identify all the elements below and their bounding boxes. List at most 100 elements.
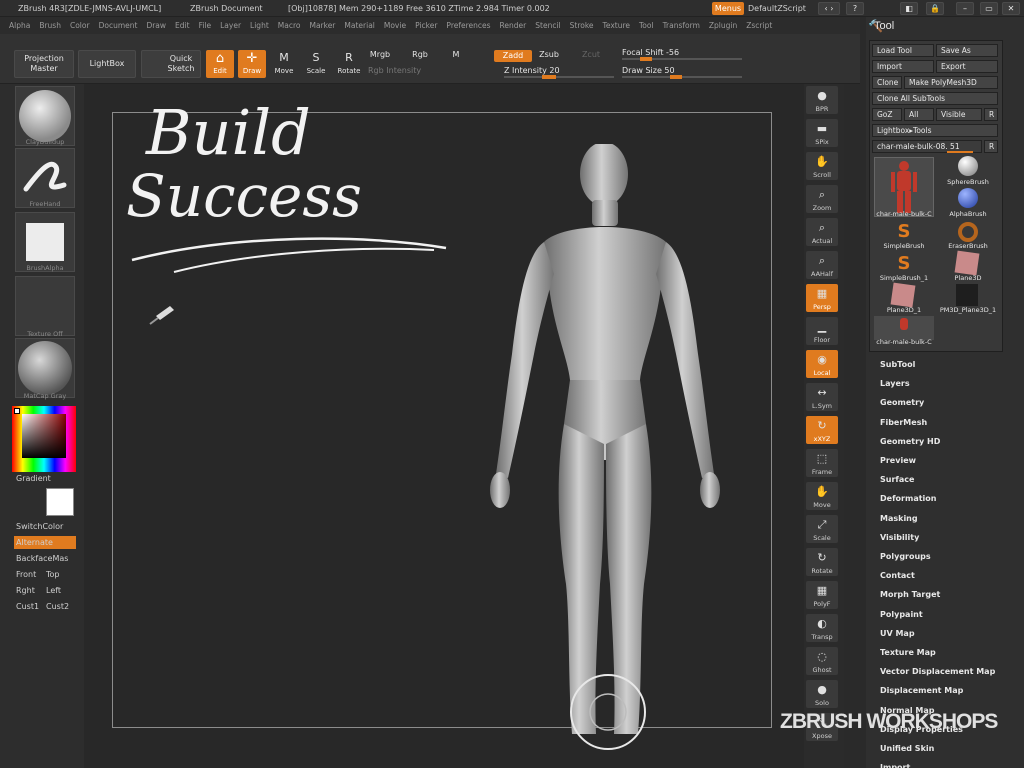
tool-thumb-char-male-2[interactable] xyxy=(874,316,934,340)
visible-button[interactable]: Visible xyxy=(936,108,982,121)
goz-button[interactable]: GoZ xyxy=(872,108,902,121)
layout-icon[interactable]: ◧ xyxy=(900,2,918,15)
sphere-brush-icon[interactable] xyxy=(958,156,978,176)
color-saturation-square[interactable] xyxy=(22,414,66,458)
section-uv-map[interactable]: UV Map xyxy=(880,629,915,638)
gyro-circle-icon[interactable] xyxy=(568,672,648,752)
section-layers[interactable]: Layers xyxy=(880,379,910,388)
menu-item-light[interactable]: Light xyxy=(250,21,269,30)
view-button-polyf[interactable]: ▦ PolyF xyxy=(806,581,838,609)
menu-item-alpha[interactable]: Alpha xyxy=(9,21,30,30)
help-icon[interactable]: ? xyxy=(846,2,864,15)
menu-item-file[interactable]: File xyxy=(199,21,212,30)
menu-item-render[interactable]: Render xyxy=(500,21,527,30)
plane3d-icon[interactable] xyxy=(954,250,980,276)
close-icon[interactable]: ✕ xyxy=(1002,2,1020,15)
eraser-brush-icon[interactable] xyxy=(958,222,978,242)
alpha-brush-icon[interactable] xyxy=(958,188,978,208)
all-button[interactable]: All xyxy=(904,108,934,121)
section-visibility[interactable]: Visibility xyxy=(880,533,919,542)
simple-brush-icon[interactable]: S xyxy=(894,222,914,242)
view-button-move[interactable]: ✋ Move xyxy=(806,482,838,510)
z-intensity-slider[interactable]: Z Intensity 20 xyxy=(504,66,614,79)
menu-item-color[interactable]: Color xyxy=(70,21,90,30)
z-intensity-handle[interactable] xyxy=(542,75,556,79)
m-button[interactable]: M xyxy=(448,50,464,62)
menus-button[interactable]: Menus xyxy=(712,2,744,15)
menu-item-stroke[interactable]: Stroke xyxy=(570,21,594,30)
section-vector-displacement-map[interactable]: Vector Displacement Map xyxy=(880,667,995,676)
zsub-button[interactable]: Zsub xyxy=(536,50,562,62)
section-deformation[interactable]: Deformation xyxy=(880,494,936,503)
make-polymesh-button[interactable]: Make PolyMesh3D xyxy=(904,76,998,89)
save-as-button[interactable]: Save As xyxy=(936,44,998,57)
cust1-button[interactable]: Cust1 xyxy=(14,600,41,613)
rotate-button[interactable]: R Rotate xyxy=(334,50,364,78)
section-surface[interactable]: Surface xyxy=(880,475,914,484)
menu-item-edit[interactable]: Edit xyxy=(175,21,190,30)
cust2-button[interactable]: Cust2 xyxy=(44,600,71,613)
lightbox-tools-button[interactable]: Lightbox▸Tools xyxy=(872,124,998,137)
view-button-xxyz[interactable]: ↻ xXYZ xyxy=(806,416,838,444)
edit-button[interactable]: ⌂ Edit xyxy=(206,50,234,78)
view-button-rotate[interactable]: ↻ Rotate xyxy=(806,548,838,576)
right-button[interactable]: Rght xyxy=(14,584,37,597)
section-polypaint[interactable]: Polypaint xyxy=(880,610,923,619)
section-geometry[interactable]: Geometry xyxy=(880,398,924,407)
material-thumbnail[interactable] xyxy=(15,338,75,398)
section-unified-skin[interactable]: Unified Skin xyxy=(880,744,934,753)
pm3d-plane3d-icon[interactable] xyxy=(956,284,978,306)
view-button-frame[interactable]: ⬚ Frame xyxy=(806,449,838,477)
r-tool-button[interactable]: R xyxy=(984,140,998,153)
tool-thumb-char-male[interactable] xyxy=(874,157,934,217)
section-preview[interactable]: Preview xyxy=(880,456,916,465)
mrgb-button[interactable]: Mrgb xyxy=(366,50,394,62)
alpha-thumbnail[interactable] xyxy=(15,212,75,272)
zadd-button[interactable]: Zadd xyxy=(494,50,532,62)
view-button-scroll[interactable]: ✋ Scroll xyxy=(806,152,838,180)
secondary-color-swatch[interactable] xyxy=(46,488,74,516)
move-button[interactable]: M Move xyxy=(270,50,298,78)
view-button-transp[interactable]: ◐ Transp xyxy=(806,614,838,642)
draw-size-slider[interactable]: Draw Size 50 xyxy=(622,66,742,79)
menu-item-brush[interactable]: Brush xyxy=(39,21,61,30)
rgb-button[interactable]: Rgb xyxy=(408,50,432,62)
section-displacement-map[interactable]: Displacement Map xyxy=(880,686,963,695)
lock-icon[interactable]: 🔒 xyxy=(926,2,944,15)
top-button[interactable]: Top xyxy=(44,568,62,581)
alternate-button[interactable]: Alternate xyxy=(14,536,76,549)
current-tool-slider[interactable]: char-male-bulk-08. 51 xyxy=(872,140,982,153)
menu-item-transform[interactable]: Transform xyxy=(663,21,700,30)
simple-brush-1-icon[interactable]: S xyxy=(894,254,914,274)
view-button-local[interactable]: ◉ Local xyxy=(806,350,838,378)
menu-item-zscript[interactable]: Zscript xyxy=(746,21,772,30)
brush-thumbnail[interactable] xyxy=(15,86,75,146)
view-button-zoom[interactable]: ⌕ Zoom xyxy=(806,185,838,213)
menu-item-zplugin[interactable]: Zplugin xyxy=(709,21,737,30)
menu-item-tool[interactable]: Tool xyxy=(639,21,654,30)
default-zscript-label[interactable]: DefaultZScript xyxy=(748,0,806,17)
stroke-thumbnail[interactable] xyxy=(15,148,75,208)
view-button-spix[interactable]: ▬ SPix xyxy=(806,119,838,147)
menu-item-picker[interactable]: Picker xyxy=(415,21,437,30)
section-morph-target[interactable]: Morph Target xyxy=(880,590,940,599)
focal-shift-slider[interactable]: Focal Shift -56 xyxy=(622,48,742,61)
view-button-scale[interactable]: ⤢ Scale xyxy=(806,515,838,543)
view-button-persp[interactable]: ▦ Persp xyxy=(806,284,838,312)
nav-arrows-icon[interactable]: ‹ › xyxy=(818,2,840,15)
view-button-ghost[interactable]: ◌ Ghost xyxy=(806,647,838,675)
projection-master-button[interactable]: Projection Master xyxy=(14,50,74,78)
export-button[interactable]: Export xyxy=(936,60,998,73)
rgb-intensity-slider[interactable]: Rgb Intensity xyxy=(368,66,458,78)
draw-button[interactable]: ✛ Draw xyxy=(238,50,266,78)
menu-item-layer[interactable]: Layer xyxy=(220,21,241,30)
section-subtool[interactable]: SubTool xyxy=(880,360,915,369)
zcut-button[interactable]: Zcut xyxy=(578,50,604,62)
backface-mask-button[interactable]: BackfaceMas xyxy=(14,552,70,565)
switchcolor-button[interactable]: SwitchColor xyxy=(14,520,65,533)
menu-item-marker[interactable]: Marker xyxy=(309,21,335,30)
lightbox-button[interactable]: LightBox xyxy=(78,50,136,78)
view-button-lsym[interactable]: ↔ L.Sym xyxy=(806,383,838,411)
section-import[interactable]: Import xyxy=(880,763,910,768)
section-masking[interactable]: Masking xyxy=(880,514,918,523)
